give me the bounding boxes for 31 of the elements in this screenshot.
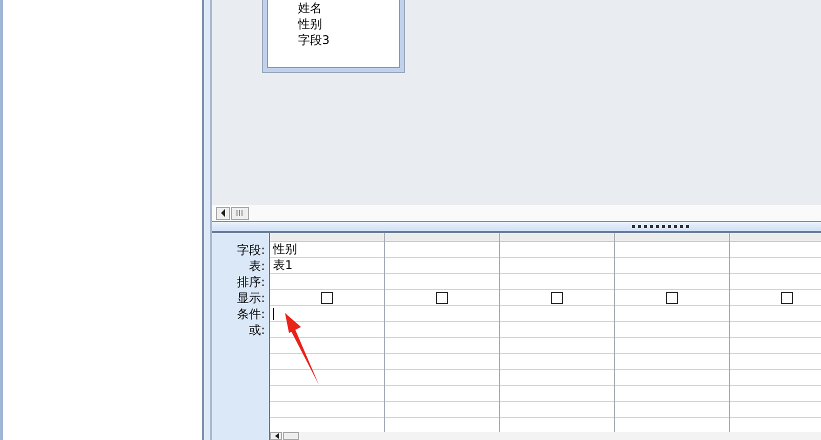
column-selector[interactable] <box>270 233 384 242</box>
splitter-bar[interactable] <box>212 222 821 233</box>
field-name[interactable]: 姓名 <box>298 0 399 16</box>
row-label: 条件: <box>236 306 265 322</box>
checkbox[interactable] <box>666 292 678 304</box>
column-selector[interactable] <box>385 233 499 242</box>
checkbox[interactable] <box>436 292 448 304</box>
column-selector[interactable] <box>615 233 729 242</box>
left-arrow-icon <box>220 209 226 217</box>
checkbox[interactable] <box>321 292 333 304</box>
checkbox[interactable] <box>551 292 563 304</box>
scroll-left-button[interactable] <box>270 432 282 440</box>
scroll-thumb[interactable] <box>231 206 249 220</box>
row-label: 排序: <box>236 274 265 290</box>
row-label: 显示: <box>236 290 265 306</box>
row-label: 字段: <box>236 242 265 258</box>
table-value: 表1 <box>273 258 293 273</box>
table-cell[interactable]: 表1 <box>270 258 384 274</box>
scroll-left-button[interactable] <box>216 206 230 220</box>
grip-icon <box>236 210 244 216</box>
row-label: 表: <box>248 258 265 274</box>
table-cell[interactable]: 性别 <box>270 242 384 258</box>
column-selector[interactable] <box>730 233 821 242</box>
row-label: 或: <box>248 322 265 338</box>
checkbox[interactable] <box>781 292 793 304</box>
left-arrow-icon <box>274 433 278 439</box>
field-name[interactable]: 字段3 <box>298 32 399 48</box>
scroll-thumb[interactable] <box>283 432 299 440</box>
field-name[interactable]: 性别 <box>298 16 399 32</box>
field-value: 性别 <box>273 242 297 257</box>
column-selector[interactable] <box>500 233 614 242</box>
